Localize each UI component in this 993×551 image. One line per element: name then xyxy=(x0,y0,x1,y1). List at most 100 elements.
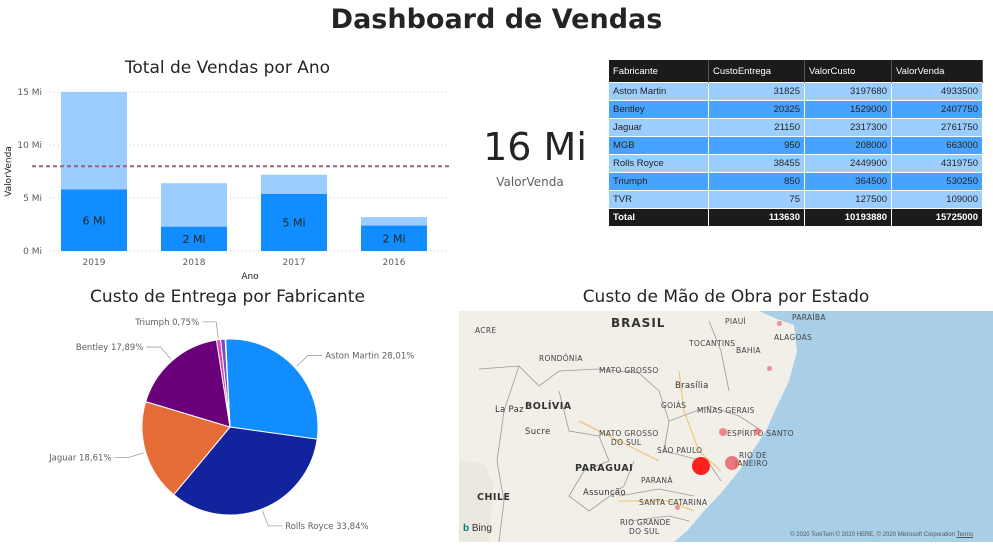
pie-data-label: Rolls Royce 33,84% xyxy=(285,522,368,532)
cell-valorvenda: 2407750 xyxy=(891,100,983,119)
cell-valorvenda: 109000 xyxy=(891,190,983,209)
map-label-paraguai: PARAGUAI xyxy=(575,463,634,474)
map-label-bahia: BAHIA xyxy=(736,346,761,355)
table-row[interactable]: Triumph 850 364500 530250 xyxy=(609,172,983,191)
map-bubble-rio[interactable] xyxy=(725,456,739,470)
sales-table[interactable]: Fabricante CustoEntrega ValorCusto Valor… xyxy=(609,60,983,226)
y-tick-label: 15 Mi xyxy=(17,88,42,98)
pie-leader-line xyxy=(114,452,144,458)
cell-custoentrega: 20325 xyxy=(708,100,805,119)
map[interactable]: BRASIL ACRE PIAUÍ PARAÍBA ALAGOAS TOCANT… xyxy=(459,311,993,542)
cell-total-custoentrega: 113630 xyxy=(708,208,805,226)
map-terms-link[interactable]: Terms xyxy=(957,532,973,538)
cell-custoentrega: 31825 xyxy=(708,82,805,101)
column-header-fabricante[interactable]: Fabricante xyxy=(609,60,709,83)
map-label-sucre: Sucre xyxy=(525,427,551,437)
table-row[interactable]: Aston Martin 31825 3197680 4933500 xyxy=(609,82,983,101)
cell-valorvenda: 530250 xyxy=(891,172,983,191)
cell-valorcusto: 2317300 xyxy=(804,118,892,137)
bar-data-label: 6 Mi xyxy=(82,214,105,227)
cell-custoentrega: 21150 xyxy=(708,118,805,137)
cell-total-label: Total xyxy=(609,208,709,226)
map-label-tocantins: TOCANTINS xyxy=(689,339,736,348)
map-label-sao-paulo: SÃO PAULO xyxy=(657,446,703,455)
map-bubble-espirito[interactable] xyxy=(754,428,761,435)
map-label-minas: MINAS GERAIS xyxy=(697,406,755,415)
column-header-valorvenda[interactable]: ValorVenda xyxy=(891,60,983,83)
pie-data-label: Bentley 17,89% xyxy=(76,343,144,353)
map-label-paraiba: PARAÍBA xyxy=(792,313,826,322)
bar-chart[interactable]: 0 Mi 5 Mi 10 Mi 15 Mi ValorVenda 6 Mi 2019 2 Mi… xyxy=(0,80,460,285)
pie-slice[interactable] xyxy=(225,338,319,440)
cell-valorvenda: 4933500 xyxy=(891,82,983,101)
cell-custoentrega: 38455 xyxy=(708,154,805,173)
column-header-custoentrega[interactable]: CustoEntrega xyxy=(708,60,805,83)
table-row[interactable]: Bentley 20325 1529000 2407750 xyxy=(609,100,983,119)
y-tick-label: 5 Mi xyxy=(23,194,42,204)
kpi-label: ValorVenda xyxy=(496,175,564,189)
map-bubble-sao-paulo[interactable] xyxy=(692,457,710,475)
table-row[interactable]: Rolls Royce 38455 2449900 4319750 xyxy=(609,154,983,173)
cell-valorcusto: 2449900 xyxy=(804,154,892,173)
bar-chart-title: Total de Vendas por Ano xyxy=(124,58,331,78)
cell-total-valorvenda: 15725000 xyxy=(891,208,983,226)
x-tick-label: 2017 xyxy=(283,258,306,268)
map-label-assuncao: Assunção xyxy=(583,488,626,498)
table-row[interactable]: TVR 75 127500 109000 xyxy=(609,190,983,209)
map-bubble-bahia[interactable] xyxy=(767,366,772,371)
bing-logo: b Bing xyxy=(463,523,492,534)
map-label-rs-2: DO SUL xyxy=(629,527,660,536)
bing-label: Bing xyxy=(471,523,492,534)
cell-valorvenda: 2761750 xyxy=(891,118,983,137)
bar-data-label: 2 Mi xyxy=(182,233,205,246)
map-label-ms-1: MATO GROSSO xyxy=(599,429,659,438)
map-label-rondonia: RONDÔNIA xyxy=(539,354,583,363)
dashboard-title: Dashboard de Vendas xyxy=(330,4,663,35)
cell-fabricante: MGB xyxy=(609,136,709,155)
bar-segment-secondary[interactable] xyxy=(261,174,327,194)
cell-fabricante: Triumph xyxy=(609,172,709,191)
cell-valorcusto: 364500 xyxy=(804,172,892,191)
map-bubble-sc[interactable] xyxy=(675,505,680,510)
bar-segment-secondary[interactable] xyxy=(61,92,127,190)
cell-custoentrega: 850 xyxy=(708,172,805,191)
cell-fabricante: Rolls Royce xyxy=(609,154,709,173)
map-label-lapaz: La Paz xyxy=(495,405,524,415)
y-axis-title: ValorVenda xyxy=(4,146,14,197)
cell-valorcusto: 1529000 xyxy=(804,100,892,119)
map-copyright: © 2020 TomTom © 2020 HERE, © 2020 Micros… xyxy=(790,532,973,538)
cell-valorcusto: 127500 xyxy=(804,190,892,209)
bar-segment-secondary[interactable] xyxy=(161,183,227,227)
bing-icon: b xyxy=(463,523,470,534)
cell-fabricante: Jaguar xyxy=(609,118,709,137)
bar-data-label: 2 Mi xyxy=(382,232,405,245)
x-axis-title: Ano xyxy=(241,272,259,282)
pie-chart[interactable]: Aston Martin 28,01% Rolls Royce 33,84% Jag… xyxy=(0,310,455,550)
map-bubble-pe[interactable] xyxy=(777,321,782,326)
cell-custoentrega: 75 xyxy=(708,190,805,209)
x-tick-label: 2018 xyxy=(183,258,206,268)
table-header-row: Fabricante CustoEntrega ValorCusto Valor… xyxy=(609,60,983,83)
table-row[interactable]: Jaguar 21150 2317300 2761750 xyxy=(609,118,983,137)
bar-segment-secondary[interactable] xyxy=(361,217,427,226)
map-label-alagoas: ALAGOAS xyxy=(774,333,813,342)
map-label-piaui: PIAUÍ xyxy=(725,317,747,326)
cell-custoentrega: 950 xyxy=(708,136,805,155)
y-tick-label: 10 Mi xyxy=(17,141,42,151)
pie-data-label: Aston Martin 28,01% xyxy=(325,351,414,361)
map-label-chile: CHILE xyxy=(477,492,511,503)
map-label-ms-2: DO SUL xyxy=(611,438,642,447)
map-bubble-minas[interactable] xyxy=(719,428,727,436)
column-header-valorcusto[interactable]: ValorCusto xyxy=(804,60,892,83)
map-title: Custo de Mão de Obra por Estado xyxy=(582,287,870,307)
map-label-brasil: BRASIL xyxy=(611,316,666,330)
map-copyright-text: © 2020 TomTom © 2020 HERE, © 2020 Micros… xyxy=(790,532,956,538)
x-tick-label: 2016 xyxy=(383,258,406,268)
cell-fabricante: Bentley xyxy=(609,100,709,119)
pie-data-label: Triumph 0,75% xyxy=(134,318,199,328)
map-label-parana: PARANÁ xyxy=(641,476,673,485)
table-row[interactable]: MGB 950 208000 663000 xyxy=(609,136,983,155)
map-label-sc: SANTA CATARINA xyxy=(639,498,708,507)
bar-data-label: 5 Mi xyxy=(282,216,305,229)
cell-valorcusto: 208000 xyxy=(804,136,892,155)
